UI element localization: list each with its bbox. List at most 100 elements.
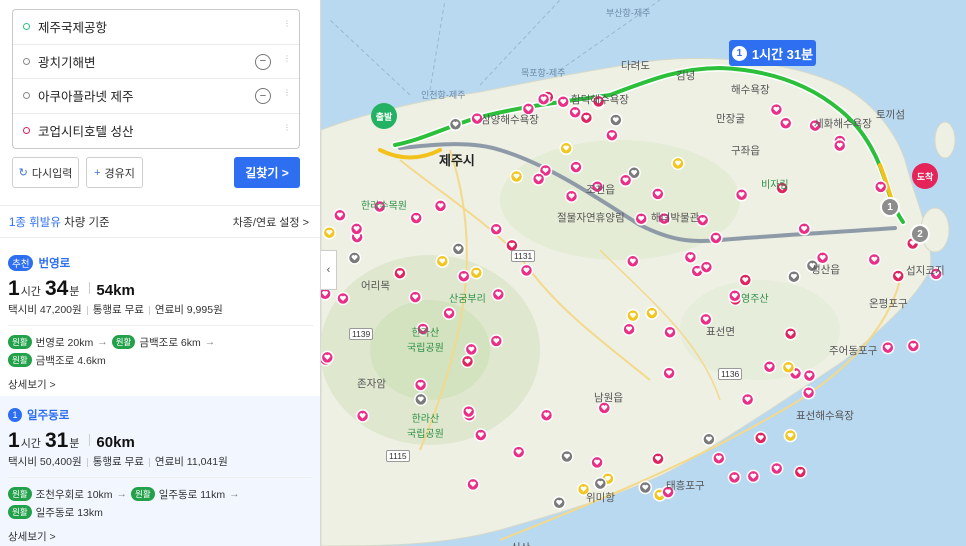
poi-marker[interactable] [618,173,633,188]
poi-marker[interactable] [662,366,676,380]
reset-button[interactable]: ↻ 다시입력 [12,157,79,188]
poi-marker[interactable] [867,252,882,267]
poi-marker[interactable] [393,266,407,280]
poi-marker[interactable] [556,95,570,109]
poi-marker[interactable] [413,378,428,392]
waypoint-end[interactable]: 코업시티호텔 성산 ⋮ [13,114,299,149]
poi-marker[interactable] [728,289,742,303]
search-route-button[interactable]: 길찾기 > [234,157,300,188]
poi-marker[interactable] [683,250,698,264]
poi-marker[interactable] [464,342,479,357]
poi-marker[interactable] [442,306,456,321]
poi-marker[interactable] [509,169,524,184]
poi-marker[interactable] [873,180,888,194]
poi-marker[interactable] [638,480,653,495]
poi-marker[interactable] [727,470,742,485]
poi-marker[interactable] [489,334,504,348]
poi-marker[interactable] [740,392,755,407]
add-via-button[interactable]: + 경유지 [86,157,143,188]
poi-marker[interactable] [832,138,847,153]
poi-marker[interactable] [457,269,471,283]
drag-handle-icon[interactable]: ⋮ [283,54,291,68]
poi-marker[interactable] [355,409,370,423]
poi-marker[interactable] [333,208,347,223]
poi-marker[interactable] [322,225,337,240]
poi-marker[interactable] [569,160,583,174]
poi-marker[interactable] [626,254,640,269]
poi-marker[interactable] [336,291,350,306]
poi-marker[interactable] [433,199,448,213]
poi-marker[interactable] [801,385,816,400]
poi-marker[interactable] [783,428,798,443]
route-option-2[interactable]: 1 일주동로 1 시간 31 분 60km 택시비 50,400원 통행료 무료 연… [0,396,320,546]
poi-marker[interactable] [460,354,475,369]
poi-marker[interactable] [559,141,573,156]
poi-marker[interactable] [702,432,716,447]
poi-marker[interactable] [651,452,665,466]
poi-marker[interactable] [590,455,604,470]
poi-marker[interactable] [734,188,749,202]
poi-marker[interactable] [552,496,566,510]
poi-marker[interactable] [593,476,608,491]
poi-marker[interactable] [891,269,905,283]
poi-marker[interactable] [753,431,768,445]
poi-marker[interactable] [448,117,463,132]
collapse-panel-button[interactable]: ‹ [321,250,337,290]
poi-marker[interactable] [634,211,648,226]
poi-marker[interactable] [762,360,777,374]
via-pin-1[interactable]: 1 [880,197,900,217]
poi-marker[interactable] [622,322,636,336]
poi-marker[interactable] [519,263,534,278]
vehicle-settings-link[interactable]: 차종/연료 설정 > [233,214,309,230]
poi-marker[interactable] [489,222,503,237]
waypoint-via-2[interactable]: 아쿠아플라넷 제주 − ⋮ [13,79,299,114]
start-pin[interactable]: 출발 [371,103,397,129]
poi-marker[interactable] [511,445,526,459]
route-detail-link[interactable]: 상세보기 > [8,529,313,544]
poi-marker[interactable] [709,231,723,245]
poi-marker[interactable] [793,465,808,479]
poi-marker[interactable] [769,461,784,476]
poi-marker[interactable] [461,404,476,419]
remove-waypoint-icon[interactable]: − [255,88,271,104]
poi-marker[interactable] [435,254,450,268]
poi-marker[interactable] [409,211,423,225]
poi-marker[interactable] [560,449,574,464]
poi-marker[interactable] [783,326,798,341]
poi-marker[interactable] [451,242,466,256]
poi-marker[interactable] [881,340,895,355]
poi-marker[interactable] [491,287,506,302]
poi-marker[interactable] [787,269,801,284]
poi-marker[interactable] [651,187,665,201]
poi-marker[interactable] [671,156,685,171]
poi-marker[interactable] [746,469,761,484]
poi-marker[interactable] [347,251,362,265]
end-pin[interactable]: 도착 [912,163,938,189]
poi-marker[interactable] [781,360,796,375]
poi-marker[interactable] [349,222,364,236]
poi-marker[interactable] [531,172,546,186]
waypoint-via-1[interactable]: 광치기해변 − ⋮ [13,45,299,79]
poi-marker[interactable] [699,260,714,274]
drag-handle-icon[interactable]: ⋮ [283,89,291,102]
poi-marker[interactable] [321,350,335,365]
poi-marker[interactable] [474,428,488,442]
poi-marker[interactable] [414,392,428,407]
poi-marker[interactable] [626,308,640,323]
poi-marker[interactable] [466,477,480,492]
poi-marker[interactable] [568,105,582,120]
poi-marker[interactable] [564,189,579,203]
remove-waypoint-icon[interactable]: − [255,53,271,70]
route-detail-link[interactable]: 상세보기 > [8,377,313,392]
poi-marker[interactable] [906,339,921,353]
via-pin-2[interactable]: 2 [910,224,930,244]
poi-marker[interactable] [778,116,793,131]
poi-marker[interactable] [712,451,726,465]
route-time-bubble[interactable]: 1 1시간 31분 [729,40,816,66]
poi-marker[interactable] [609,113,623,127]
drag-handle-icon[interactable]: ⋮ [283,123,291,137]
poi-marker[interactable] [802,368,817,383]
poi-marker[interactable] [469,265,484,280]
poi-marker[interactable] [769,102,784,117]
poi-marker[interactable] [408,290,423,304]
